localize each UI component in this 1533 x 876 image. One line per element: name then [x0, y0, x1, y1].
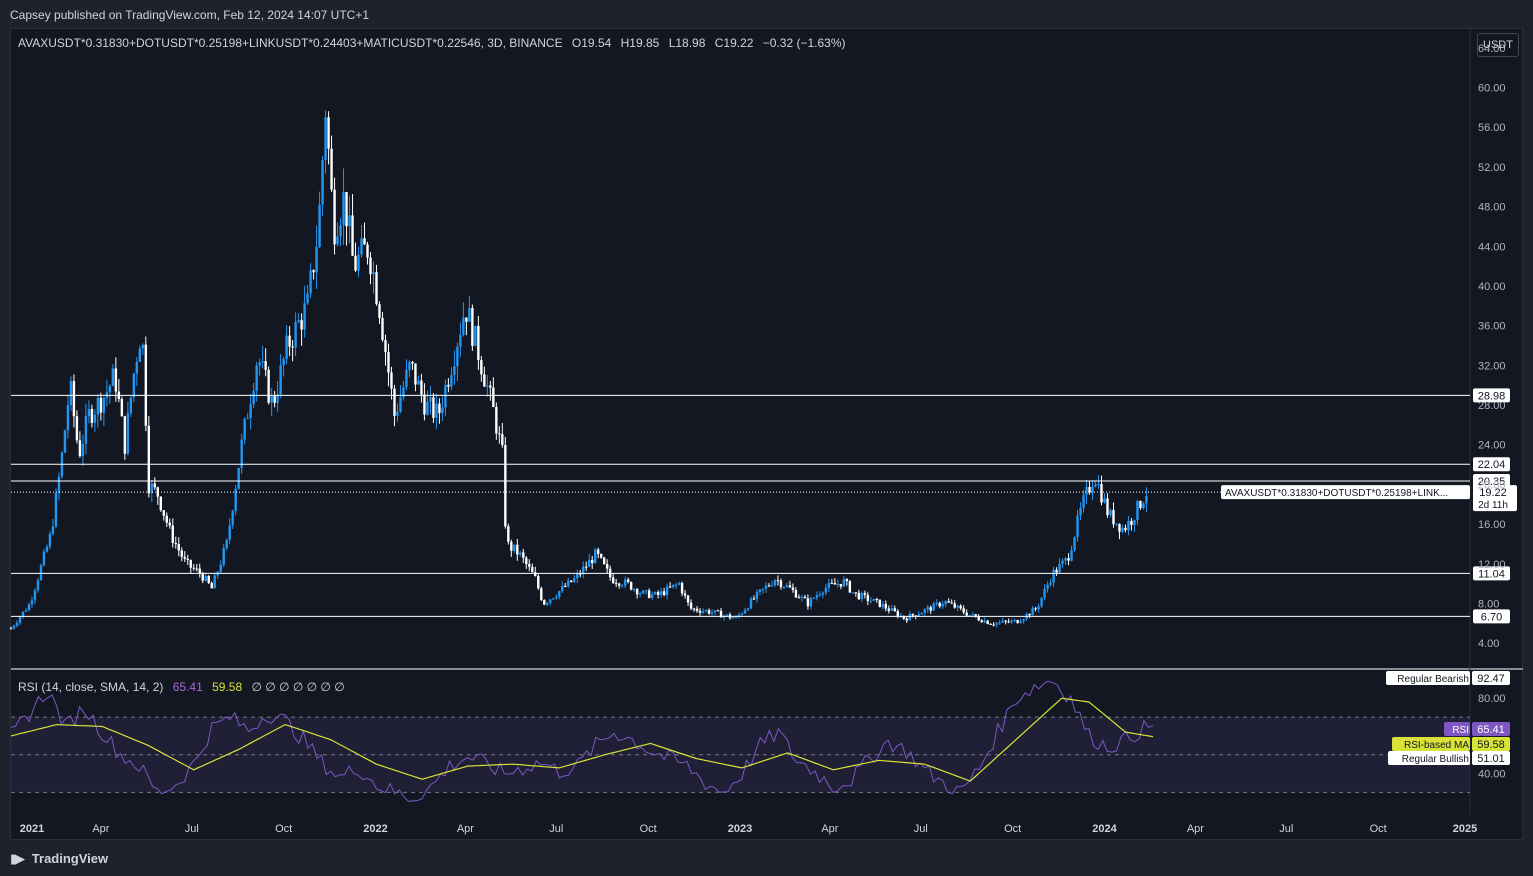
symbol-label: AVAXUSDT*0.31830+DOTUSDT*0.25198+LINKUSD…: [18, 36, 563, 50]
published-text: Capsey published on TradingView.com, Feb…: [10, 8, 370, 22]
tradingview-logo-icon: ▮▶: [10, 851, 25, 866]
rsi-title: RSI (14, close, SMA, 14, 2): [18, 680, 164, 694]
currency-button[interactable]: USDT: [1477, 33, 1519, 57]
symbol-legend[interactable]: AVAXUSDT*0.31830+DOTUSDT*0.25198+LINKUSD…: [18, 36, 846, 50]
brand-label: TradingView: [31, 851, 109, 866]
high-value: H19.85: [620, 36, 660, 50]
rsi-legend[interactable]: RSI (14, close, SMA, 14, 2) 65.41 59.58 …: [18, 680, 345, 694]
bottom-bar: [0, 840, 1533, 876]
rsi-legend-value: 65.41: [172, 680, 203, 694]
divergence-symbols: ∅ ∅ ∅ ∅ ∅ ∅ ∅: [251, 680, 345, 694]
tradingview-logo[interactable]: ▮▶ TradingView: [10, 851, 108, 867]
change-value: −0.32 (−1.63%): [762, 36, 846, 50]
close-value: C19.22: [714, 36, 754, 50]
top-bar: Capsey published on TradingView.com, Feb…: [0, 0, 1533, 28]
open-value: O19.54: [571, 36, 612, 50]
rsi-legend-ma-value: 59.58: [212, 680, 243, 694]
chart-frame[interactable]: [10, 28, 1523, 840]
low-value: L18.98: [668, 36, 706, 50]
